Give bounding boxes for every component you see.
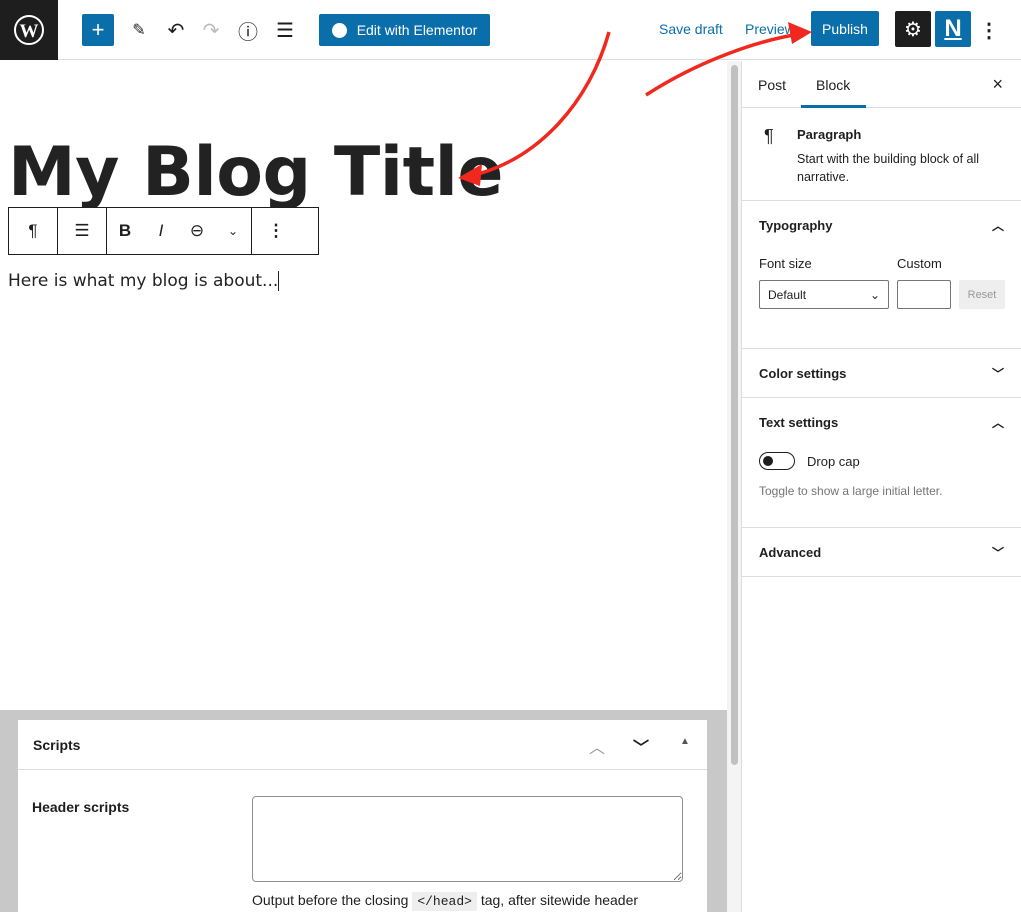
annotation-arrows <box>458 22 812 186</box>
